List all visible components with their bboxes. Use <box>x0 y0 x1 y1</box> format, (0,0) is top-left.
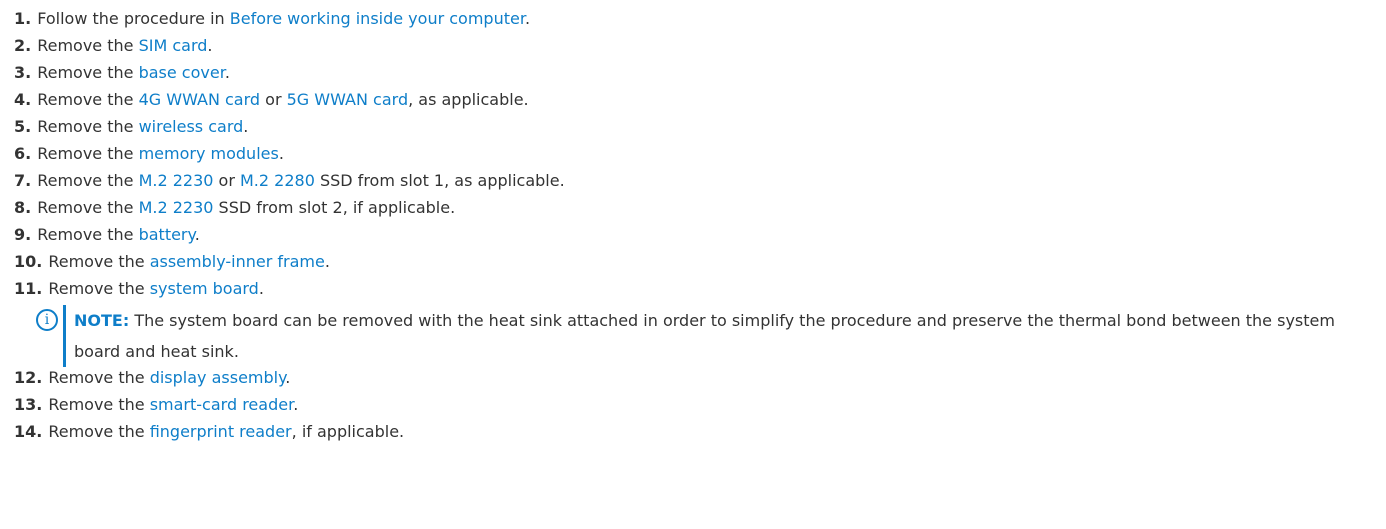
step-text-segment: SSD from slot 2, if applicable. <box>213 198 456 217</box>
step-number: 3. <box>14 63 32 82</box>
step-number: 13. <box>14 395 43 414</box>
step-link[interactable]: 4G WWAN card <box>139 90 260 109</box>
step-text-segment: Remove the <box>48 422 150 441</box>
step-text: Remove the fingerprint reader, if applic… <box>48 421 404 442</box>
step-text: Remove the SIM card. <box>37 35 212 56</box>
step-item: 6. Remove the memory modules. <box>14 143 1386 170</box>
step-link[interactable]: M.2 2230 <box>139 171 214 190</box>
step-link[interactable]: M.2 2230 <box>139 198 214 217</box>
step-text-segment: Remove the <box>37 63 139 82</box>
step-item: 4. Remove the 4G WWAN card or 5G WWAN car… <box>14 89 1386 116</box>
step-text-segment: . <box>524 9 531 28</box>
step-number: 14. <box>14 422 43 441</box>
step-text-segment: . <box>278 144 284 163</box>
step-text-segment: , as applicable. <box>408 90 529 109</box>
step-number: 11. <box>14 279 43 298</box>
step-item: 9. Remove the battery. <box>14 224 1386 251</box>
step-text-segment: , if applicable. <box>291 422 405 441</box>
step-text-segment: SSD from slot 1, as applicable. <box>314 171 565 190</box>
step-text-segment: Remove the <box>37 225 139 244</box>
step-number: 1. <box>14 9 32 28</box>
step-number: 4. <box>14 90 32 109</box>
step-text: Remove the system board. <box>48 278 264 299</box>
step-link[interactable]: 5G WWAN card <box>287 90 408 109</box>
note-callout: i NOTE: The system board can be removed w… <box>36 305 1386 367</box>
step-link[interactable]: system board <box>150 279 259 298</box>
step-item: 14. Remove the fingerprint reader, if app… <box>14 421 1386 448</box>
step-link[interactable]: base cover <box>139 63 225 82</box>
info-circle-icon: i <box>36 309 58 331</box>
step-item: 12. Remove the display assembly. <box>14 367 1386 394</box>
step-text-segment: Follow the procedure in <box>37 9 230 28</box>
step-text-segment: Remove the <box>48 395 150 414</box>
step-link[interactable]: M.2 2280 <box>240 171 315 190</box>
step-text-segment: Remove the <box>48 252 150 271</box>
step-item: 10. Remove the assembly-inner frame. <box>14 251 1386 278</box>
note-body: NOTE: The system board can be removed wi… <box>63 305 1373 367</box>
note-label: NOTE: <box>74 311 130 330</box>
step-item: 5. Remove the wireless card. <box>14 116 1386 143</box>
step-item: 3. Remove the base cover. <box>14 62 1386 89</box>
step-text-segment: Remove the <box>37 117 139 136</box>
step-link[interactable]: battery <box>139 225 195 244</box>
note-text: The system board can be removed with the… <box>74 311 1335 361</box>
step-number: 12. <box>14 368 43 387</box>
step-link[interactable]: wireless card <box>139 117 244 136</box>
step-text-segment: . <box>293 395 299 414</box>
step-link[interactable]: assembly-inner frame <box>150 252 325 271</box>
step-text-segment: Remove the <box>48 368 150 387</box>
step-text-segment: Remove the <box>37 36 139 55</box>
step-text-segment: . <box>194 225 200 244</box>
step-text: Remove the 4G WWAN card or 5G WWAN card,… <box>37 89 528 110</box>
step-link[interactable]: Before working inside your computer <box>230 9 525 28</box>
step-item: 7. Remove the M.2 2230 or M.2 2280 SSD fr… <box>14 170 1386 197</box>
step-number: 8. <box>14 198 32 217</box>
step-text-segment: . <box>285 368 291 387</box>
step-link[interactable]: SIM card <box>139 36 208 55</box>
step-text-segment: . <box>243 117 249 136</box>
step-text: Follow the procedure in Before working i… <box>37 8 530 29</box>
step-text: Remove the smart-card reader. <box>48 394 298 415</box>
step-link[interactable]: memory modules <box>139 144 279 163</box>
step-text-segment: or <box>213 171 240 190</box>
step-number: 6. <box>14 144 32 163</box>
step-item: 11. Remove the system board. <box>14 278 1386 305</box>
step-text-segment: . <box>224 63 230 82</box>
step-text: Remove the battery. <box>37 224 200 245</box>
step-link[interactable]: display assembly <box>150 368 286 387</box>
step-number: 7. <box>14 171 32 190</box>
step-item: 8. Remove the M.2 2230 SSD from slot 2, i… <box>14 197 1386 224</box>
step-text-segment: . <box>207 36 213 55</box>
step-text-segment: Remove the <box>37 90 139 109</box>
step-text-segment: Remove the <box>37 171 139 190</box>
step-link[interactable]: fingerprint reader <box>150 422 292 441</box>
step-text-segment: Remove the <box>37 198 139 217</box>
step-item: 13. Remove the smart-card reader. <box>14 394 1386 421</box>
step-text-segment: . <box>258 279 264 298</box>
step-item: 1. Follow the procedure in Before working… <box>14 8 1386 35</box>
procedure-steps-list: 1. Follow the procedure in Before working… <box>0 0 1386 448</box>
step-text: Remove the base cover. <box>37 62 230 83</box>
step-number: 10. <box>14 252 43 271</box>
step-item: 2. Remove the SIM card. <box>14 35 1386 62</box>
step-text: Remove the M.2 2230 SSD from slot 2, if … <box>37 197 455 218</box>
step-text: Remove the memory modules. <box>37 143 284 164</box>
step-text: Remove the M.2 2230 or M.2 2280 SSD from… <box>37 170 564 191</box>
step-text: Remove the display assembly. <box>48 367 290 388</box>
step-text-segment: Remove the <box>48 279 150 298</box>
step-number: 2. <box>14 36 32 55</box>
step-number: 5. <box>14 117 32 136</box>
step-text-segment: or <box>260 90 287 109</box>
step-number: 9. <box>14 225 32 244</box>
step-link[interactable]: smart-card reader <box>150 395 293 414</box>
step-text: Remove the wireless card. <box>37 116 248 137</box>
step-text-segment: Remove the <box>37 144 139 163</box>
step-text-segment: . <box>324 252 330 271</box>
step-text: Remove the assembly-inner frame. <box>48 251 330 272</box>
